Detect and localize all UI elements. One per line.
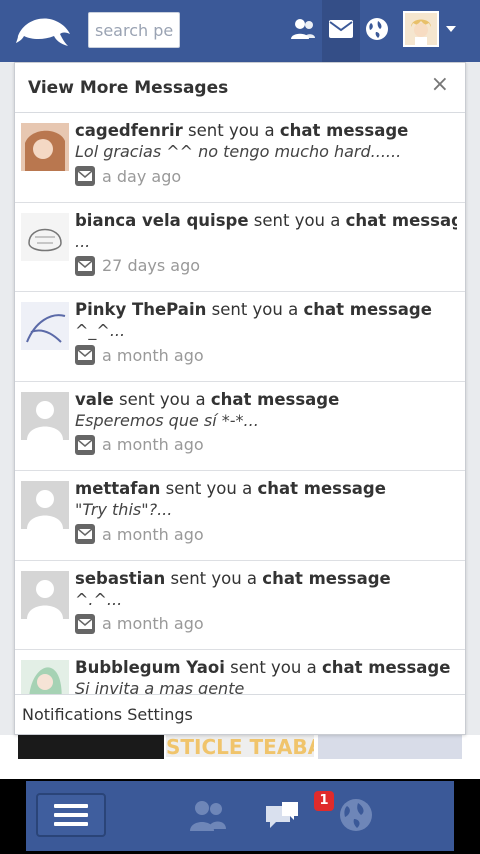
sender-name[interactable]: Bubblegum Yaoi xyxy=(75,658,225,677)
message-snippet: ^_^... xyxy=(75,321,126,340)
sender-avatar xyxy=(21,660,69,696)
sender-name[interactable]: vale xyxy=(75,390,114,409)
default-avatar-icon xyxy=(21,570,69,619)
chat-message-label: chat message xyxy=(279,121,409,140)
sender-name[interactable]: sebastian xyxy=(75,569,165,588)
message-snippet: ^.^... xyxy=(75,589,123,609)
background-image xyxy=(18,735,164,759)
message-snippet: Lol gracias ^^ no tengo mucho hard...... xyxy=(75,142,402,161)
background-banner-text: STICLE TEABA xyxy=(166,735,314,757)
messages-title: View More Messages xyxy=(28,78,229,98)
chat-message-label: chat message xyxy=(303,300,432,319)
dolphin-logo-icon[interactable] xyxy=(14,10,74,50)
bottom-nav: 1 xyxy=(26,781,454,851)
mail-icon xyxy=(75,255,95,276)
top-bar xyxy=(0,0,480,62)
mail-icon xyxy=(75,613,95,634)
bottom-bar: 1 xyxy=(0,779,480,854)
message-item[interactable]: Bubblegum Yaoi sent you a chat message S… xyxy=(15,650,465,696)
sender-name[interactable]: cagedfenrir xyxy=(75,121,183,140)
sent-text: sent you a xyxy=(230,658,317,677)
default-avatar-icon xyxy=(21,391,69,440)
messages-dropdown: View More Messages × cagedfenrir sent yo… xyxy=(14,62,466,735)
chat-icon[interactable] xyxy=(260,795,304,835)
message-time: a month ago xyxy=(102,435,204,454)
message-time: a month ago xyxy=(102,345,204,365)
message-time: 27 days ago xyxy=(102,256,201,275)
menu-line xyxy=(54,813,88,817)
profile-avatar[interactable] xyxy=(403,11,439,47)
friends-icon[interactable] xyxy=(288,14,318,44)
menu-line xyxy=(54,822,88,826)
message-time: a month ago xyxy=(102,524,204,544)
default-avatar-icon xyxy=(21,481,69,529)
search-input[interactable] xyxy=(88,12,180,48)
message-item[interactable]: vale sent you a chat message Esperemos q… xyxy=(15,382,465,471)
close-icon[interactable]: × xyxy=(431,74,449,96)
sender-name[interactable]: Pinky ThePain xyxy=(75,300,206,319)
messages-icon[interactable] xyxy=(326,14,356,44)
mail-icon xyxy=(75,434,95,455)
menu-line xyxy=(54,804,88,808)
mail-icon xyxy=(75,524,95,544)
menu-button[interactable] xyxy=(36,793,106,837)
message-time: a month ago xyxy=(102,614,204,633)
sender-avatar xyxy=(21,302,69,350)
account-menu-caret-icon[interactable] xyxy=(446,26,456,32)
sent-text: sent you a xyxy=(188,121,275,140)
sender-avatar xyxy=(21,212,69,261)
sender-avatar xyxy=(21,123,69,171)
sent-text: sent you a xyxy=(119,389,206,409)
messages-footer: Notifications Settings xyxy=(15,694,465,734)
message-item[interactable]: cagedfenrir sent you a chat message Lol … xyxy=(15,113,465,203)
sent-text: sent you a xyxy=(165,479,253,498)
message-snippet: ... xyxy=(75,231,91,251)
friends-icon[interactable] xyxy=(186,795,230,835)
sender-name[interactable]: bianca vela quispe xyxy=(75,211,249,230)
chat-message-label: chat message xyxy=(262,568,391,588)
sender-name[interactable]: mettafan xyxy=(75,479,160,498)
background-image xyxy=(318,735,462,759)
messages-list: cagedfenrir sent you a chat message Lol … xyxy=(15,113,465,696)
background-content-strip: STICLE TEABA xyxy=(0,735,480,779)
messages-header: View More Messages × xyxy=(15,63,465,113)
sent-text: sent you a xyxy=(170,568,258,588)
sent-text: sent you a xyxy=(253,210,341,230)
mail-icon xyxy=(75,166,95,186)
chat-message-label: chat message xyxy=(321,658,451,677)
chat-message-label: chat message xyxy=(257,479,386,498)
chat-message-label: chat message xyxy=(345,210,457,230)
message-item[interactable]: bianca vela quispe sent you a chat messa… xyxy=(15,203,465,292)
message-item[interactable]: mettafan sent you a chat message "Try th… xyxy=(15,471,465,561)
message-item[interactable]: sebastian sent you a chat message ^.^...… xyxy=(15,561,465,650)
notifications-settings-link[interactable]: Notifications Settings xyxy=(22,705,193,724)
message-snippet: "Try this"?... xyxy=(75,500,173,519)
globe-icon[interactable] xyxy=(362,14,392,44)
globe-icon[interactable] xyxy=(334,795,378,835)
background-banner: STICLE TEABA xyxy=(166,735,314,757)
mail-icon xyxy=(75,345,95,365)
chat-message-label: chat message xyxy=(210,389,340,409)
notification-count-badge: 1 xyxy=(314,791,334,811)
message-item[interactable]: Pinky ThePain sent you a chat message ^_… xyxy=(15,292,465,382)
message-snippet: Esperemos que sí *-*... xyxy=(75,410,259,430)
sent-text: sent you a xyxy=(211,300,299,319)
message-time: a day ago xyxy=(102,166,182,186)
